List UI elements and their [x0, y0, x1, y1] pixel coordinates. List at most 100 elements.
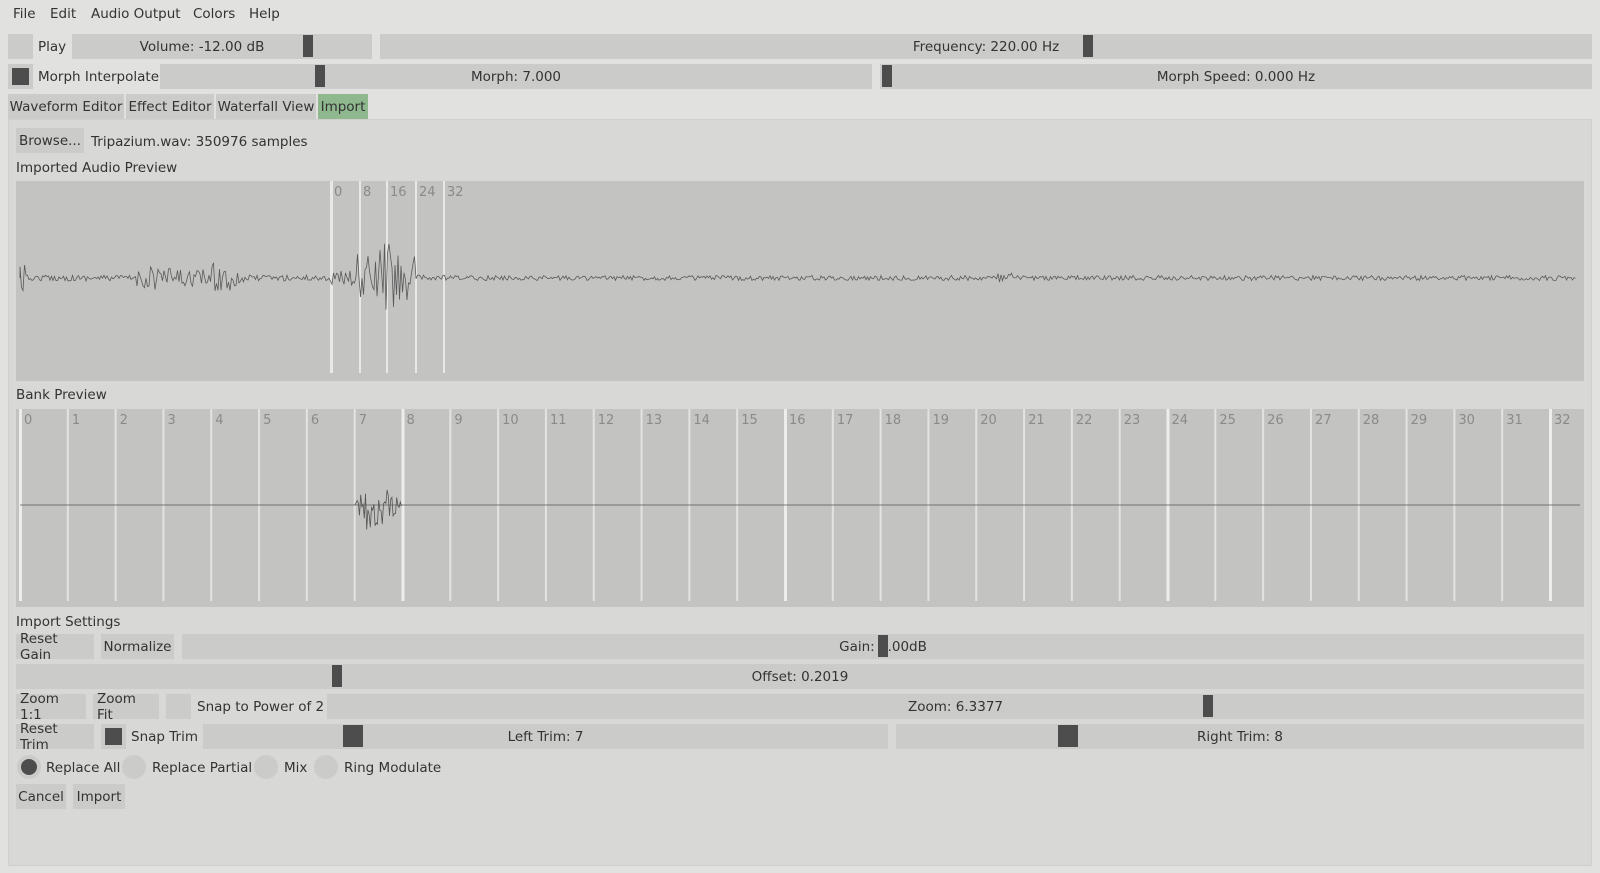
- volume-slider-label: Volume: -12.00 dB: [139, 38, 265, 55]
- zoom-fit-button[interactable]: Zoom Fit: [93, 691, 159, 723]
- mix-radio[interactable]: [254, 755, 278, 779]
- snap-trim-checkbox[interactable]: [101, 724, 126, 749]
- right-trim-slider[interactable]: Right Trim: 8: [896, 724, 1584, 749]
- bank-tick-label: 21: [1028, 413, 1045, 428]
- gain-slider[interactable]: Gain: 0.00dB: [182, 634, 1584, 659]
- play-label: Play: [38, 39, 67, 55]
- frequency-slider-handle[interactable]: [1083, 35, 1093, 57]
- bank-tick-label: 1: [72, 413, 80, 428]
- imported-audio-waveform: 0 8 16 24 32: [19, 181, 1576, 373]
- bank-tick-label: 23: [1124, 413, 1141, 428]
- browse-button[interactable]: Browse...: [16, 128, 84, 153]
- bank-tick-label: 3: [167, 413, 175, 428]
- gain-slider-handle[interactable]: [878, 635, 888, 657]
- bank-tick-label: 16: [789, 413, 806, 428]
- volume-slider[interactable]: Volume: -12.00 dB: [72, 34, 372, 59]
- file-info: Tripazium.wav: 350976 samples: [91, 134, 308, 150]
- snap-trim-label: Snap Trim: [131, 729, 198, 745]
- bank-tick-label: 28: [1363, 413, 1380, 428]
- bank-tick-label: 32: [1554, 413, 1571, 428]
- normalize-button[interactable]: Normalize: [101, 634, 174, 659]
- menu-audio-output[interactable]: Audio Output: [91, 6, 181, 22]
- preview-tick-label: 32: [447, 185, 464, 200]
- snap-power-of-2-checkbox[interactable]: [166, 694, 191, 719]
- morph-speed-slider-label: Morph Speed: 0.000 Hz: [1156, 68, 1316, 85]
- bank-preview[interactable]: 0 1 2 3 4 5 6 7 8 9 10 11 12 13 14 15 16 17 18 19 20 21 22 23 24…: [16, 409, 1584, 607]
- zoom-1-1-button[interactable]: Zoom 1:1: [16, 691, 86, 723]
- left-trim-slider-handle[interactable]: [343, 725, 363, 747]
- bank-tick-label: 24: [1172, 413, 1189, 428]
- bank-tick-label: 15: [741, 413, 758, 428]
- preview-tick-label: 24: [419, 185, 436, 200]
- import-button[interactable]: Import: [73, 784, 125, 809]
- bank-tick-label: 4: [215, 413, 223, 428]
- bank-tick-label: 25: [1219, 413, 1236, 428]
- ring-modulate-label: Ring Modulate: [344, 760, 442, 776]
- bank-tick-label: 10: [502, 413, 519, 428]
- bank-tick-label: 22: [1076, 413, 1093, 428]
- reset-trim-button[interactable]: Reset Trim: [16, 721, 94, 753]
- offset-slider-handle[interactable]: [332, 665, 342, 687]
- right-trim-slider-label: Right Trim: 8: [1197, 728, 1283, 745]
- right-trim-slider-handle[interactable]: [1058, 725, 1078, 747]
- offset-slider[interactable]: Offset: 0.2019: [16, 664, 1584, 689]
- reset-gain-button[interactable]: Reset Gain: [16, 631, 94, 663]
- frequency-slider[interactable]: Frequency: 220.00 Hz: [380, 34, 1592, 59]
- menu-file[interactable]: File: [13, 6, 36, 22]
- imported-audio-preview[interactable]: 0 8 16 24 32: [16, 181, 1584, 381]
- bank-tick-label: 6: [311, 413, 319, 428]
- replace-partial-radio[interactable]: [122, 755, 146, 779]
- replace-partial-label: Replace Partial: [152, 760, 253, 776]
- preview-tick-label: 8: [363, 185, 371, 200]
- bank-tick-label: 5: [263, 413, 271, 428]
- frequency-slider-label: Frequency: 220.00 Hz: [912, 38, 1060, 55]
- snap-power-of-2-label: Snap to Power of 2: [197, 699, 325, 715]
- bank-waveform-path: [354, 489, 402, 530]
- bank-tick-label: 20: [980, 413, 997, 428]
- ring-modulate-radio[interactable]: [314, 755, 338, 779]
- play-checkbox[interactable]: [8, 34, 33, 59]
- bank-tick-label: 8: [407, 413, 415, 428]
- bank-tick-label: 19: [932, 413, 949, 428]
- bank-tick-label: 11: [550, 413, 567, 428]
- menu-edit[interactable]: Edit: [50, 6, 76, 22]
- morph-slider-handle[interactable]: [315, 65, 325, 87]
- bank-tick-label: 18: [885, 413, 902, 428]
- bank-waveform: 0 1 2 3 4 5 6 7 8 9 10 11 12 13 14 15 16 17 18 19 20 21 22 23 24…: [19, 409, 1580, 601]
- bank-tick-label: 14: [693, 413, 710, 428]
- mix-label: Mix: [284, 760, 308, 776]
- menu-help[interactable]: Help: [249, 6, 280, 22]
- bank-tick-label: 0: [24, 413, 32, 428]
- preview-tick-label: 16: [390, 185, 407, 200]
- left-trim-slider[interactable]: Left Trim: 7: [203, 724, 888, 749]
- tab-effect-editor[interactable]: Effect Editor: [126, 94, 214, 119]
- bank-tick-label: 27: [1315, 413, 1332, 428]
- import-settings-title: Import Settings: [16, 614, 121, 630]
- tab-waterfall-view[interactable]: Waterfall View: [216, 94, 316, 119]
- morph-interpolate-label: Morph Interpolate: [38, 69, 160, 85]
- offset-slider-label: Offset: 0.2019: [751, 668, 849, 685]
- bank-tick-label: 30: [1458, 413, 1475, 428]
- bank-tick-label: 26: [1267, 413, 1284, 428]
- imported-audio-preview-title: Imported Audio Preview: [16, 160, 178, 176]
- replace-all-radio[interactable]: [17, 755, 41, 779]
- morph-speed-slider[interactable]: Morph Speed: 0.000 Hz: [880, 64, 1592, 89]
- bank-tick-label: 9: [454, 413, 462, 428]
- menu-colors[interactable]: Colors: [193, 6, 235, 22]
- menu-bar: File Edit Audio Output Colors Help: [0, 0, 1600, 28]
- tab-import[interactable]: Import: [318, 94, 368, 119]
- tab-waveform-editor[interactable]: Waveform Editor: [8, 94, 124, 119]
- bank-tick-label: 12: [598, 413, 615, 428]
- bank-tick-label: 13: [646, 413, 663, 428]
- replace-all-label: Replace All: [46, 760, 121, 776]
- morph-speed-slider-handle[interactable]: [882, 65, 892, 87]
- morph-slider[interactable]: Morph: 7.000: [160, 64, 872, 89]
- zoom-slider[interactable]: Zoom: 6.3377: [327, 694, 1584, 719]
- bank-tick-label: 31: [1506, 413, 1523, 428]
- morph-interpolate-checkbox[interactable]: [8, 64, 33, 89]
- bank-tick-label: 29: [1411, 413, 1428, 428]
- volume-slider-handle[interactable]: [303, 35, 313, 57]
- cancel-button[interactable]: Cancel: [16, 784, 66, 809]
- left-trim-slider-label: Left Trim: 7: [507, 728, 584, 745]
- zoom-slider-handle[interactable]: [1203, 695, 1213, 717]
